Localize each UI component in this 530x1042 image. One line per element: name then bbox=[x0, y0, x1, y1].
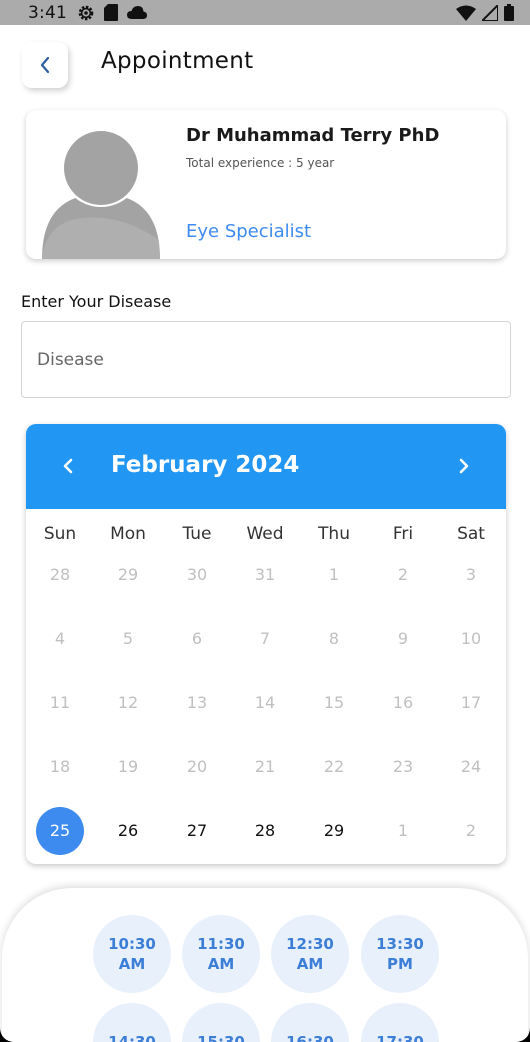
calendar-day: 31 bbox=[254, 565, 276, 584]
calendar-day[interactable]: 28 bbox=[241, 807, 289, 855]
disease-input[interactable] bbox=[21, 321, 511, 398]
calendar-month-title: February 2024 bbox=[111, 452, 300, 478]
calendar-day: 10 bbox=[460, 629, 482, 648]
back-button[interactable] bbox=[22, 42, 68, 88]
doctor-experience: Total experience : 5 year bbox=[186, 156, 335, 170]
weekday-label: Mon bbox=[110, 524, 146, 544]
time-slot-button[interactable]: 16:30 bbox=[271, 1003, 349, 1042]
time-slot-period: AM bbox=[296, 955, 324, 973]
calendar-day: 14 bbox=[254, 693, 276, 712]
prev-month-button[interactable] bbox=[54, 452, 82, 480]
calendar-day: 21 bbox=[254, 757, 276, 776]
status-time: 3:41 bbox=[28, 2, 67, 23]
avatar-placeholder-icon bbox=[42, 125, 160, 259]
calendar-day: 16 bbox=[392, 693, 414, 712]
calendar-day: 12 bbox=[117, 693, 139, 712]
sd-card-icon bbox=[103, 4, 118, 21]
appointment-screen: 3:41 Appointment Dr Muhammad Terry PhD T… bbox=[0, 0, 530, 1042]
battery-icon bbox=[504, 4, 514, 21]
calendar-day: 2 bbox=[465, 821, 477, 840]
weekday-label: Sun bbox=[43, 524, 77, 544]
calendar-day: 5 bbox=[122, 629, 134, 648]
weekday-label: Wed bbox=[246, 524, 284, 544]
calendar-day: 2 bbox=[397, 565, 409, 584]
calendar-header: February 2024 bbox=[26, 424, 506, 509]
calendar-day[interactable]: 29 bbox=[310, 807, 358, 855]
calendar-day[interactable]: 26 bbox=[104, 807, 152, 855]
calendar-day[interactable]: 25 bbox=[36, 807, 84, 855]
weekday-label: Tue bbox=[182, 524, 212, 544]
calendar-day: 1 bbox=[397, 821, 409, 840]
calendar-day: 19 bbox=[117, 757, 139, 776]
time-slot-button[interactable]: 14:30 bbox=[93, 1003, 171, 1042]
chevron-left-icon bbox=[40, 56, 50, 74]
disease-label: Enter Your Disease bbox=[21, 292, 172, 311]
time-slot-time: 16:30 bbox=[286, 1033, 334, 1042]
time-slot-time: 14:30 bbox=[108, 1033, 156, 1042]
calendar-day: 23 bbox=[392, 757, 414, 776]
chevron-left-icon bbox=[63, 458, 73, 474]
time-slot-time: 12:30 bbox=[286, 935, 334, 953]
calendar: February 2024 Sun Mon Tue Wed Thu Fri Sat 28 29 3… bbox=[26, 424, 506, 864]
cloud-icon bbox=[126, 5, 147, 19]
time-slot-time: 11:30 bbox=[197, 935, 245, 953]
time-slot-button[interactable]: 11:30 AM bbox=[182, 915, 260, 993]
calendar-day: 28 bbox=[49, 565, 71, 584]
weekday-label: Sat bbox=[457, 524, 485, 544]
doctor-card[interactable]: Dr Muhammad Terry PhD Total experience :… bbox=[26, 110, 506, 259]
time-slot-time: 15:30 bbox=[197, 1033, 245, 1042]
calendar-day: 8 bbox=[328, 629, 340, 648]
page-title: Appointment bbox=[101, 48, 254, 74]
time-slot-period: PM bbox=[387, 955, 413, 973]
status-bar: 3:41 bbox=[0, 0, 530, 25]
calendar-day: 1 bbox=[328, 565, 340, 584]
next-month-button[interactable] bbox=[450, 452, 478, 480]
chevron-right-icon bbox=[459, 458, 469, 474]
calendar-day: 17 bbox=[460, 693, 482, 712]
calendar-day: 13 bbox=[186, 693, 208, 712]
weekday-label: Thu bbox=[318, 524, 350, 544]
calendar-day: 20 bbox=[186, 757, 208, 776]
calendar-day: 11 bbox=[49, 693, 71, 712]
time-slot-button[interactable]: 12:30 AM bbox=[271, 915, 349, 993]
time-slot-button[interactable]: 10:30 AM bbox=[93, 915, 171, 993]
time-slot-button[interactable]: 15:30 bbox=[182, 1003, 260, 1042]
calendar-day: 22 bbox=[323, 757, 345, 776]
weekday-label: Fri bbox=[392, 524, 414, 544]
calendar-day: 18 bbox=[49, 757, 71, 776]
calendar-day: 9 bbox=[397, 629, 409, 648]
calendar-day: 7 bbox=[259, 629, 271, 648]
time-slot-period: AM bbox=[207, 955, 235, 973]
calendar-day: 30 bbox=[186, 565, 208, 584]
time-slot-sheet: 10:30 AM 11:30 AM 12:30 AM 13:30 PM 14:30 15:30 16… bbox=[2, 888, 528, 1042]
doctor-name: Dr Muhammad Terry PhD bbox=[186, 125, 440, 146]
time-slot-button[interactable]: 13:30 PM bbox=[361, 915, 439, 993]
calendar-day: 15 bbox=[323, 693, 345, 712]
wifi-icon bbox=[456, 5, 476, 21]
calendar-day: 24 bbox=[460, 757, 482, 776]
calendar-day[interactable]: 27 bbox=[173, 807, 221, 855]
time-slot-button[interactable]: 17:30 bbox=[361, 1003, 439, 1042]
time-slot-time: 13:30 bbox=[376, 935, 424, 953]
calendar-day: 29 bbox=[117, 565, 139, 584]
doctor-specialty: Eye Specialist bbox=[186, 221, 312, 242]
time-slot-time: 17:30 bbox=[376, 1033, 424, 1042]
signal-icon bbox=[482, 4, 498, 21]
time-slot-period: AM bbox=[118, 955, 146, 973]
settings-icon bbox=[78, 5, 94, 20]
calendar-day: 3 bbox=[465, 565, 477, 584]
calendar-day: 6 bbox=[191, 629, 203, 648]
time-slot-time: 10:30 bbox=[108, 935, 156, 953]
calendar-day: 4 bbox=[54, 629, 66, 648]
